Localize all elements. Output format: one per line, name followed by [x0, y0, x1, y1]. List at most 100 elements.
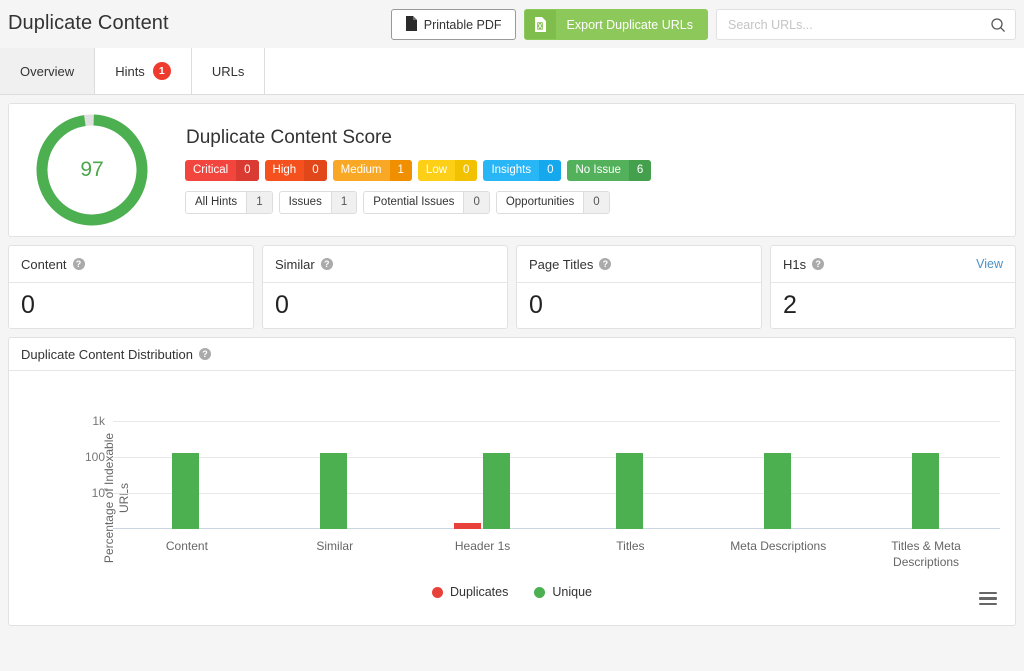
file-excel-icon — [524, 10, 556, 39]
printable-pdf-button[interactable]: Printable PDF — [390, 9, 516, 40]
hint-pill-count: 1 — [246, 191, 272, 213]
chart-bar-group: Header 1s — [409, 421, 557, 553]
chart-legend-item-unique[interactable]: Unique — [534, 585, 592, 599]
chart-bar-groups: Content Similar Header 1s Titles Meta Descri… — [113, 421, 1000, 569]
score-value: 97 — [80, 158, 104, 181]
metric-card-page-titles: Page Titles? 0 — [516, 245, 762, 329]
metric-card-title: Page Titles — [529, 256, 594, 272]
hint-pill-label: All Hints — [195, 196, 238, 208]
severity-badge-high[interactable]: High 0 — [264, 159, 327, 181]
severity-badge-label: High — [272, 164, 297, 176]
severity-badge-row: Critical 0 High 0 Medium 1 Low 0 Insights 0 No Iss… — [185, 159, 652, 181]
tab-bar: Overview Hints 1 URLs — [0, 48, 1024, 95]
metric-card-title: Similar — [275, 256, 315, 272]
chart-bar-group: Titles — [556, 421, 704, 553]
duplicate-content-distribution-panel: Duplicate Content Distribution ? Percent… — [8, 337, 1016, 626]
chart-bar-unique[interactable] — [911, 452, 939, 529]
metric-card-value: 2 — [783, 291, 797, 319]
severity-badge-no-issue[interactable]: No Issue 6 — [567, 159, 652, 181]
hint-pill-potential-issues[interactable]: Potential Issues 0 — [363, 190, 490, 214]
hint-pill-count: 0 — [463, 191, 489, 213]
legend-color-dot — [432, 586, 443, 598]
severity-badge-count: 0 — [304, 159, 327, 181]
chart-header: Duplicate Content Distribution ? — [9, 338, 1015, 371]
severity-badge-low[interactable]: Low 0 — [417, 159, 478, 181]
tab-overview[interactable]: Overview — [0, 48, 96, 94]
printable-pdf-label: Printable PDF — [423, 17, 502, 32]
metric-card-title-group: H1s? — [783, 256, 825, 272]
severity-badge-label: Low — [425, 164, 448, 176]
file-pdf-icon — [405, 15, 417, 34]
tab-overview-label: Overview — [20, 63, 75, 79]
chart-x-tick-label: Titles — [616, 539, 645, 553]
help-icon[interactable]: ? — [198, 348, 211, 360]
severity-badge-count: 0 — [236, 159, 259, 181]
tab-urls-label: URLs — [211, 63, 245, 79]
metric-card-header: Content? — [9, 246, 253, 283]
help-icon[interactable]: ? — [320, 258, 333, 270]
page-title: Duplicate Content — [8, 12, 169, 34]
chart-y-tick-label: 100 — [84, 449, 105, 464]
metric-card-content: Content? 0 — [8, 245, 254, 329]
chart-bar-group: Titles & Meta Descriptions — [852, 421, 1000, 569]
metric-card-value: 0 — [21, 291, 35, 319]
chart-bar-unique[interactable] — [172, 452, 200, 529]
tab-bar-filler — [265, 48, 1024, 94]
metric-card-header: H1s? View — [771, 246, 1015, 283]
tab-hints-label: Hints — [115, 63, 145, 79]
chart-bar-group: Meta Descriptions — [704, 421, 852, 553]
metric-card-title: Content — [21, 256, 67, 272]
top-bar: Duplicate Content Printable PDF Export D… — [0, 0, 1024, 48]
chart-bar-unique[interactable] — [482, 452, 510, 529]
export-duplicate-urls-label: Export Duplicate URLs — [566, 17, 693, 32]
severity-badge-count: 6 — [628, 159, 652, 181]
hint-pill-label: Issues — [288, 196, 322, 208]
help-icon[interactable]: ? — [72, 258, 85, 270]
score-heading: Duplicate Content Score — [186, 126, 392, 148]
chart-x-tick-label: Similar — [316, 539, 354, 553]
severity-badge-medium[interactable]: Medium 1 — [332, 159, 412, 181]
search-input[interactable] — [717, 10, 1015, 39]
chart-x-tick-label: Header 1s — [454, 539, 511, 553]
tab-hints[interactable]: Hints 1 — [95, 48, 192, 94]
hint-pill-issues[interactable]: Issues 1 — [278, 190, 358, 214]
chart-x-tick-label: Meta Descriptions — [730, 539, 827, 553]
hint-pill-label: Potential Issues — [373, 196, 455, 208]
view-link[interactable]: View — [976, 257, 1003, 271]
help-icon[interactable]: ? — [599, 258, 612, 270]
help-icon[interactable]: ? — [812, 258, 825, 270]
hint-pill-opportunities[interactable]: Opportunities 0 — [495, 190, 610, 214]
tab-hints-badge: 1 — [152, 62, 171, 80]
top-actions: Printable PDF Export Duplicate URLs — [390, 9, 1016, 40]
chart-legend-item-duplicates[interactable]: Duplicates — [432, 585, 508, 599]
chart-y-tick-label: 1k — [92, 414, 105, 428]
hint-pill-count: 0 — [583, 191, 609, 213]
score-details: Duplicate Content Score Critical 0 High 0 Me… — [185, 126, 652, 214]
chart-plot-area: 1k 100 10 Content Similar Header 1s Titles Met… — [85, 414, 1000, 569]
chart-bar-unique[interactable] — [320, 452, 348, 529]
hint-pill-all-hints[interactable]: All Hints 1 — [185, 190, 273, 214]
chart-title: Duplicate Content Distribution — [21, 346, 193, 362]
legend-label: Duplicates — [450, 585, 509, 599]
severity-badge-count: 0 — [539, 159, 562, 181]
export-duplicate-urls-button[interactable]: Export Duplicate URLs — [523, 9, 708, 40]
severity-badge-label: Critical — [193, 164, 229, 176]
chart-bar-unique[interactable] — [763, 452, 791, 529]
chart-legend: Duplicates Unique — [9, 585, 1015, 599]
severity-badge-critical[interactable]: Critical 0 — [185, 159, 259, 181]
search-icon[interactable] — [990, 17, 1006, 33]
chart-bar-group: Similar — [261, 421, 409, 553]
metric-cards: Content? 0 Similar? 0 Page Titles? 0 H1s? View 2 — [8, 245, 1016, 329]
tab-urls[interactable]: URLs — [191, 48, 266, 94]
metric-card-title: H1s — [783, 256, 807, 272]
metric-card-title-group: Similar? — [275, 257, 333, 272]
chart-body: Percentage of Indexable URLs 1k 100 10 Con… — [9, 371, 1015, 625]
severity-badge-count: 0 — [455, 159, 478, 181]
chart-y-tick-label: 10 — [91, 485, 105, 500]
severity-badge-insights[interactable]: Insights 0 — [483, 159, 562, 181]
chart-bar-duplicates[interactable] — [453, 522, 481, 529]
metric-card-similar: Similar? 0 — [262, 245, 508, 329]
chart-bar-unique[interactable] — [615, 452, 643, 529]
search-urls-box — [716, 9, 1016, 40]
hamburger-menu-icon[interactable] — [979, 591, 997, 605]
